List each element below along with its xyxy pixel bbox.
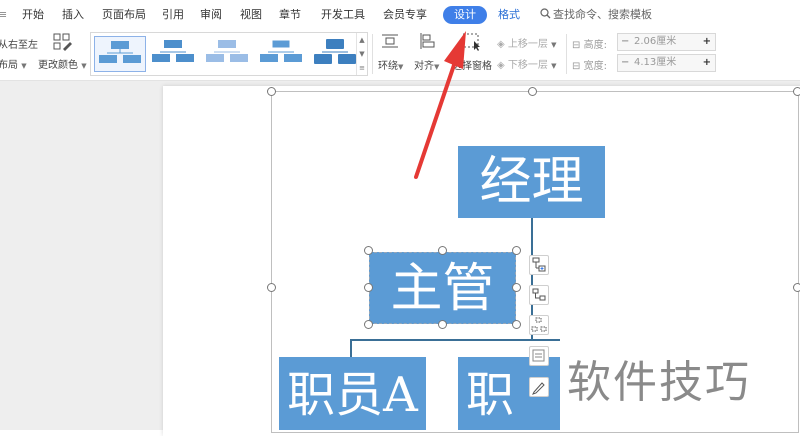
tab-member[interactable]: 会员专享 xyxy=(383,8,427,22)
height-label: ⊟ 高度: xyxy=(572,36,607,51)
node-handle-top[interactable] xyxy=(438,246,447,255)
node-handle-bottom-left[interactable] xyxy=(364,320,373,329)
style-thumbnail-2[interactable] xyxy=(148,36,198,70)
layout-button[interactable]: 布局 ▼ xyxy=(0,56,27,71)
change-color-icon[interactable] xyxy=(53,33,75,53)
frame-handle-right[interactable] xyxy=(793,283,800,292)
chevron-down-icon: ▼ xyxy=(81,62,87,70)
style-thumbnail-1[interactable] xyxy=(94,36,146,72)
add-shape-button[interactable] xyxy=(529,255,549,275)
change-color-label: 更改颜色 xyxy=(38,60,78,71)
connector-horizontal xyxy=(350,339,560,341)
node-handle-right[interactable] xyxy=(512,283,521,292)
minus-icon[interactable]: − xyxy=(621,34,629,50)
tab-references[interactable]: 引用 xyxy=(162,8,184,22)
node-handle-bottom-right[interactable] xyxy=(512,320,521,329)
tab-chapter[interactable]: 章节 xyxy=(279,8,301,22)
node-staff-a[interactable]: 职员A xyxy=(279,357,426,430)
layout-options-icon xyxy=(532,288,546,301)
node-handle-top-right[interactable] xyxy=(512,246,521,255)
height-icon: ⊟ xyxy=(572,40,581,51)
height-label-text: 高度: xyxy=(583,40,607,51)
width-label: ⊟ 宽度: xyxy=(572,57,607,72)
search-icon xyxy=(540,8,551,19)
right-to-left-label[interactable]: 从右至左 xyxy=(0,36,38,51)
width-icon: ⊟ xyxy=(572,61,581,72)
separator xyxy=(566,34,567,74)
node-handle-left[interactable] xyxy=(364,283,373,292)
chevron-down-icon: ▼ xyxy=(551,62,557,70)
send-backward-label: 下移一层 xyxy=(507,60,548,71)
node-handle-bottom[interactable] xyxy=(438,320,447,329)
wrap-icon[interactable] xyxy=(381,32,399,53)
wrap-label: 环绕 xyxy=(378,61,398,72)
tab-home[interactable]: 开始 xyxy=(22,8,44,22)
plus-icon: + xyxy=(702,57,711,68)
search-label: 查找命令、搜索模板 xyxy=(553,8,652,21)
node-handle-top-left[interactable] xyxy=(364,246,373,255)
bring-forward-button: ◈ 上移一层 ▼ xyxy=(497,35,556,50)
width-value: 4.13厘米 xyxy=(634,57,677,68)
bring-forward-label: 上移一层 xyxy=(507,39,548,50)
style-gallery[interactable]: ▲ ▼ ≡ xyxy=(90,32,368,76)
layout-label: 布局 xyxy=(0,60,18,71)
edit-outline-button[interactable] xyxy=(529,377,549,397)
tab-review[interactable]: 审阅 xyxy=(200,8,222,22)
tab-page-layout[interactable]: 页面布局 xyxy=(102,8,146,22)
width-field[interactable]: − 4.13厘米 xyxy=(617,54,699,72)
frame-handle-top-left[interactable] xyxy=(267,87,276,96)
chevron-down-icon: ▼ xyxy=(21,62,27,70)
change-color-button[interactable]: 更改颜色 ▼ xyxy=(38,56,87,71)
style-thumbnail-3[interactable] xyxy=(202,36,252,70)
fill-icon xyxy=(532,349,545,362)
tab-view[interactable]: 视图 xyxy=(240,8,262,22)
minus-icon[interactable]: − xyxy=(621,55,629,71)
tab-developer[interactable]: 开发工具 xyxy=(321,8,365,22)
tab-insert[interactable]: 插入 xyxy=(62,8,84,22)
layout-options-button[interactable] xyxy=(529,285,549,305)
send-backward-button: ◈ 下移一层 ▼ xyxy=(497,56,556,71)
separator xyxy=(372,34,373,74)
frame-handle-left[interactable] xyxy=(267,283,276,292)
send-backward-icon: ◈ xyxy=(497,60,505,71)
command-search[interactable]: 查找命令、搜索模板 xyxy=(540,8,652,22)
bring-forward-icon: ◈ xyxy=(497,39,505,50)
chevron-down-icon: ▼ xyxy=(551,41,557,49)
menu-overflow-fragment[interactable]: ≡ xyxy=(0,8,7,22)
annotation-arrow xyxy=(414,31,466,179)
frame-handle-top[interactable] xyxy=(528,87,537,96)
pen-icon xyxy=(532,382,545,395)
connector-left-drop xyxy=(350,339,352,357)
change-style-button[interactable] xyxy=(529,315,549,335)
watermark-text: 软件技巧 xyxy=(567,357,751,408)
height-increment-button[interactable]: + xyxy=(697,33,716,51)
add-shape-icon xyxy=(532,257,546,272)
frame-handle-top-right[interactable] xyxy=(793,87,800,96)
height-field[interactable]: − 2.06厘米 xyxy=(617,33,699,51)
plus-icon: + xyxy=(702,36,711,47)
tab-design[interactable]: 设计 xyxy=(443,6,487,24)
width-label-text: 宽度: xyxy=(583,61,607,72)
style-thumbnail-5[interactable] xyxy=(310,36,360,70)
tab-format[interactable]: 格式 xyxy=(498,8,520,22)
fill-button[interactable] xyxy=(529,346,549,366)
style-thumbnail-4[interactable] xyxy=(256,36,306,70)
gallery-scroll[interactable]: ▲ ▼ ≡ xyxy=(356,33,367,75)
height-value: 2.06厘米 xyxy=(634,36,677,47)
style-icon xyxy=(531,317,547,332)
width-increment-button[interactable]: + xyxy=(697,54,716,72)
node-supervisor[interactable]: 主管 xyxy=(369,252,516,324)
